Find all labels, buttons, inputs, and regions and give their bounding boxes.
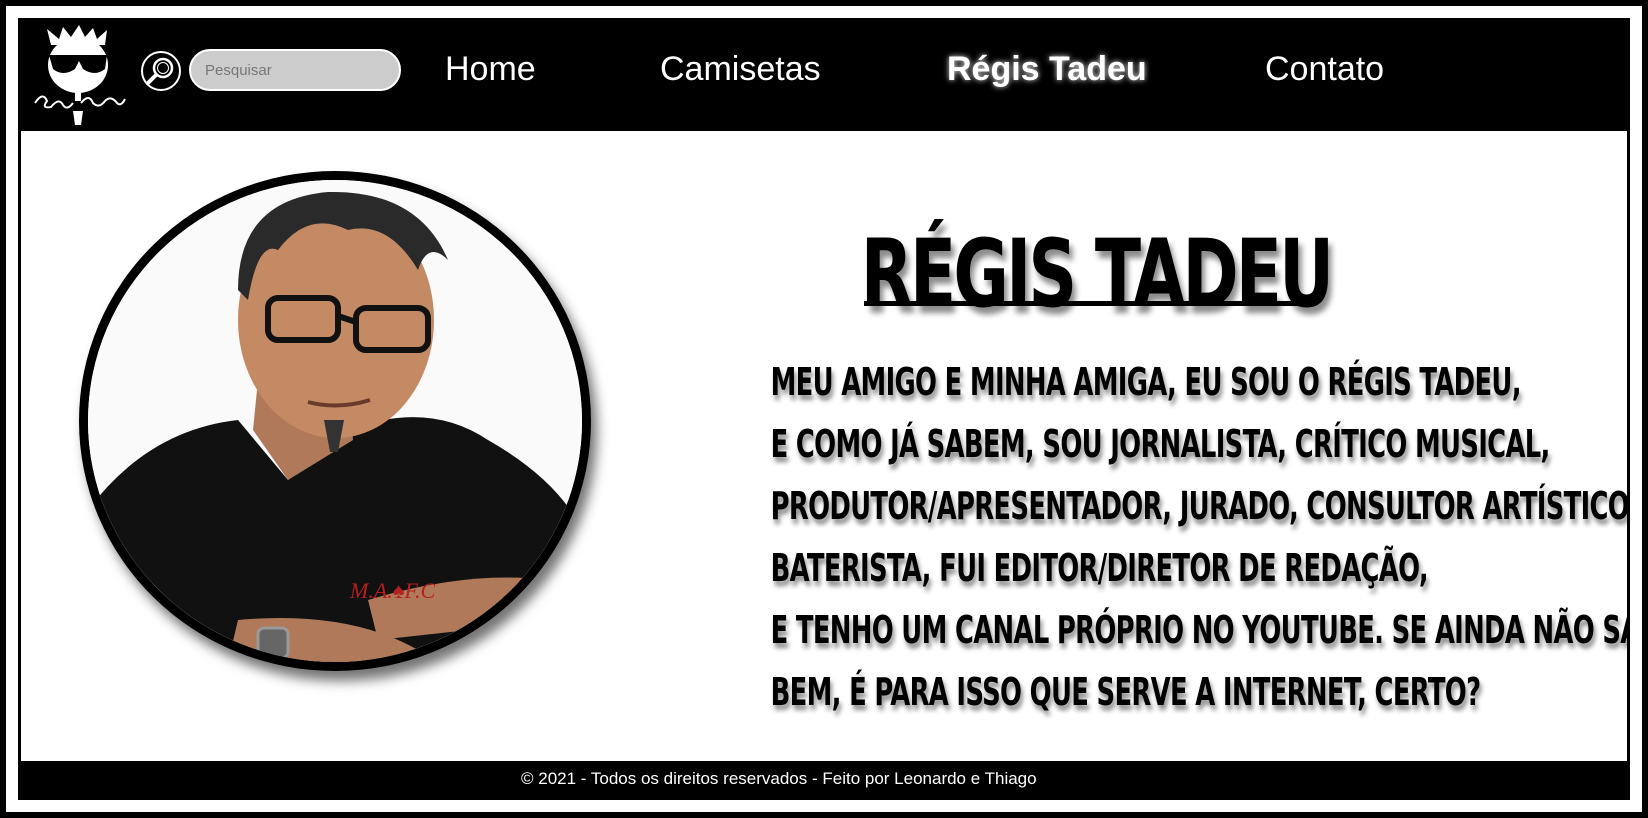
page-title: RÉGIS TADEU — [860, 219, 1334, 329]
magnifier-icon — [146, 57, 174, 85]
bio-line: MEU AMIGO E MINHA AMIGA, EU SOU O RÉGIS … — [770, 360, 1522, 404]
page-container: Home Camisetas Régis Tadeu Contato — [18, 18, 1630, 800]
bio-line: PRODUTOR/APRESENTADOR, JURADO, CONSULTOR… — [770, 484, 1630, 528]
portrait-photo: M.A.♠F.C — [79, 171, 591, 671]
bio-line: BATERISTA, FUI EDITOR/DIRETOR DE REDAÇÃO… — [770, 546, 1429, 590]
frame-inner: Home Camisetas Régis Tadeu Contato — [12, 12, 1636, 806]
search-button[interactable] — [141, 51, 181, 91]
bio-line: E COMO JÁ SABEM, SOU JORNALISTA, CRÍTICO… — [770, 422, 1551, 466]
search-input[interactable] — [189, 49, 401, 91]
site-footer: © 2021 - Todos os direitos reservados - … — [21, 761, 1627, 797]
nav-contato[interactable]: Contato — [1265, 49, 1384, 89]
page-frame: Home Camisetas Régis Tadeu Contato — [0, 0, 1648, 818]
bio-line: E TENHO UM CANAL PRÓPRIO NO YOUTUBE. SE … — [770, 608, 1630, 652]
copyright-text: © 2021 - Todos os direitos reservados - … — [521, 769, 1037, 788]
nav-regis-tadeu[interactable]: Régis Tadeu — [947, 49, 1147, 89]
site-logo[interactable] — [29, 25, 127, 125]
bio-text: MEU AMIGO E MINHA AMIGA, EU SOU O RÉGIS … — [617, 351, 1630, 723]
nav-camisetas[interactable]: Camisetas — [660, 49, 821, 89]
title-divider — [864, 301, 1314, 306]
portrait-illustration: M.A.♠F.C — [88, 180, 582, 662]
nav-home[interactable]: Home — [445, 49, 536, 89]
site-header: Home Camisetas Régis Tadeu Contato — [21, 21, 1627, 131]
bio-line: BEM, É PARA ISSO QUE SERVE A INTERNET, C… — [770, 670, 1481, 714]
shirt-logo-text: M.A.♠F.C — [349, 578, 436, 603]
